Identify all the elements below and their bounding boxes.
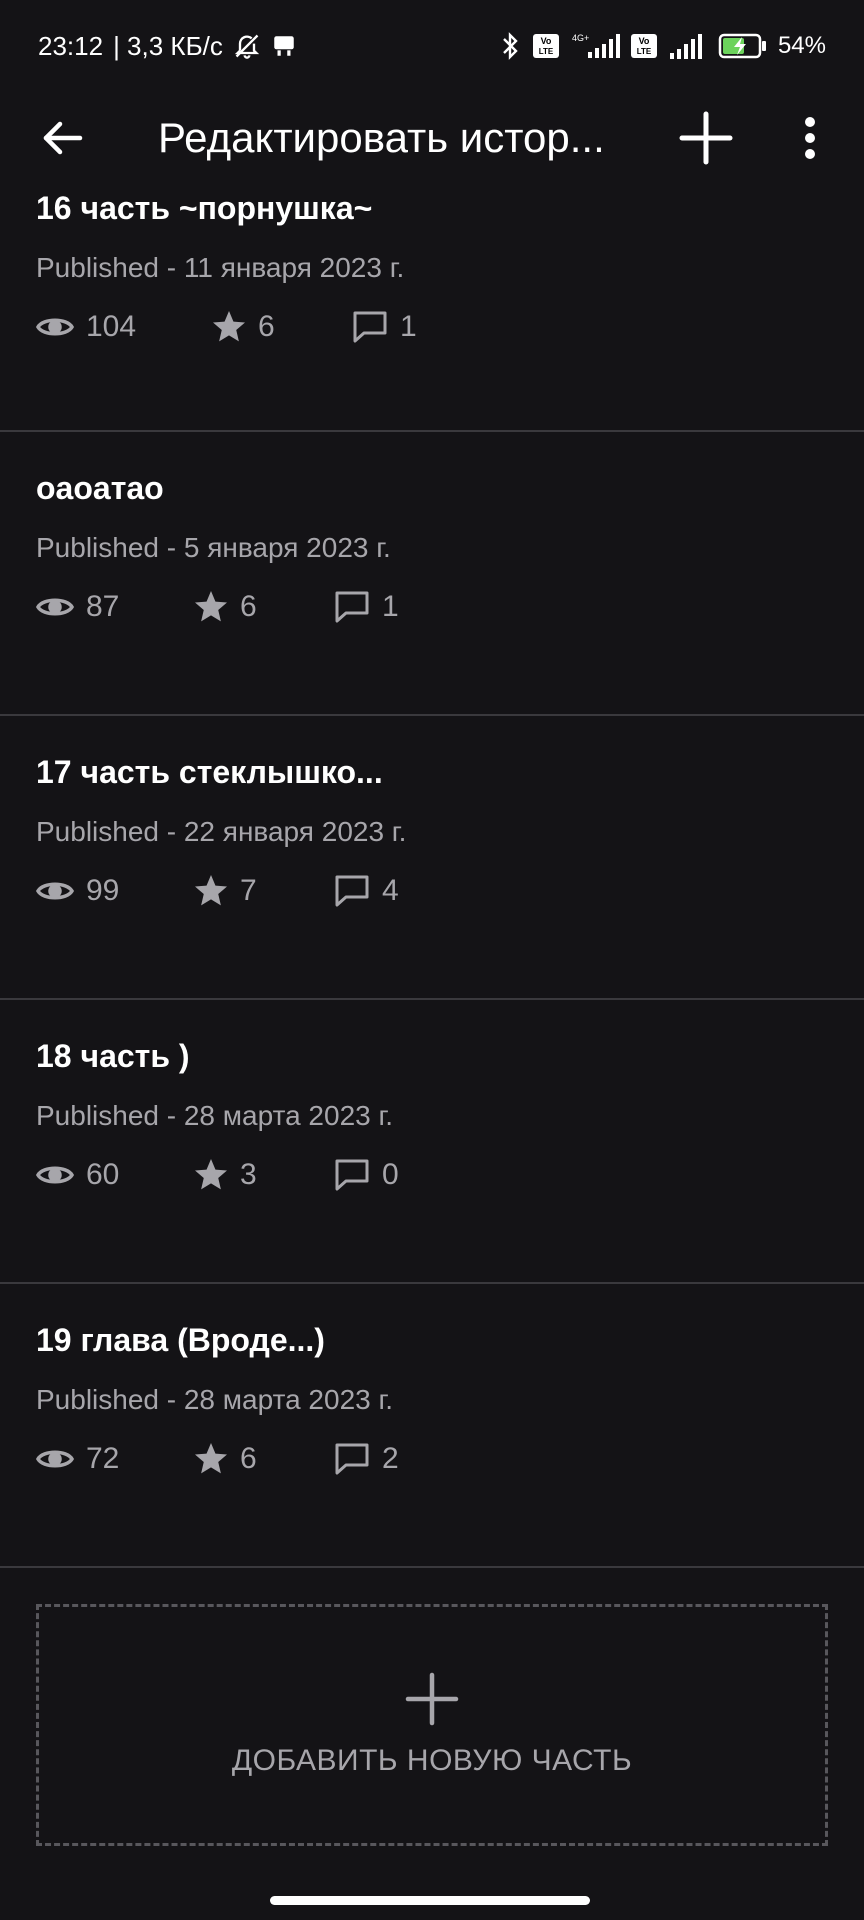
votes-stat: 6 [194,590,334,624]
views-stat: 99 [36,874,194,908]
views-stat: 72 [36,1442,194,1476]
comment-icon [335,875,369,907]
part-stats: 104 6 1 [36,310,417,344]
views-count: 87 [86,590,120,623]
votes-stat: 6 [212,310,352,344]
views-count: 72 [86,1442,120,1475]
part-date: Published - 11 января 2023 г. [36,252,405,283]
views-count: 60 [86,1158,120,1191]
views-count: 104 [86,310,137,343]
part-item[interactable]: оаоатао Published - 5 января 2023 г. 87 … [0,432,864,716]
star-icon [213,311,245,342]
comment-icon [335,1159,369,1191]
star-icon [195,591,227,622]
add-new-part-button[interactable]: ДОБАВИТЬ НОВУЮ ЧАСТЬ [36,1604,828,1846]
star-icon [195,875,227,906]
votes-stat: 7 [194,874,334,908]
comments-stat: 2 [334,1442,399,1476]
plus-icon [405,1672,459,1726]
part-title: 18 часть ) [36,1038,190,1074]
eye-icon [36,1450,74,1468]
comments-stat: 0 [334,1158,399,1192]
part-title: оаоатао [36,470,164,506]
comments-count: 0 [382,1158,399,1191]
part-stats: 87 6 1 [36,590,399,624]
comments-stat: 4 [334,874,399,908]
votes-count: 6 [258,310,275,343]
eye-icon [36,318,74,336]
part-title: 19 глава (Вроде...) [36,1322,325,1358]
votes-stat: 3 [194,1158,334,1192]
eye-icon [36,882,74,900]
votes-count: 6 [240,590,257,623]
comment-icon [353,311,387,343]
votes-stat: 6 [194,1442,334,1476]
part-item[interactable]: 17 часть стеклышко... Published - 22 янв… [0,716,864,1000]
add-new-part-label: ДОБАВИТЬ НОВУЮ ЧАСТЬ [231,1744,633,1777]
votes-count: 3 [240,1158,257,1191]
part-stats: 60 3 0 [36,1158,399,1192]
part-title: 16 часть ~порнушка~ [36,190,373,226]
screen: 23:12 | 3,3 КБ/с Vo LTE 4G+ Vo LTE 54% Р… [0,0,864,1920]
comments-count: 4 [382,874,399,907]
part-date: Published - 5 января 2023 г. [36,532,391,563]
comments-stat: 1 [352,310,417,344]
comment-icon [335,1443,369,1475]
star-icon [195,1159,227,1190]
comments-count: 2 [382,1442,399,1475]
views-stat: 87 [36,590,194,624]
part-date: Published - 28 марта 2023 г. [36,1384,394,1415]
part-title: 17 часть стеклышко... [36,754,383,790]
eye-icon [36,598,74,616]
part-stats: 99 7 4 [36,874,399,908]
views-stat: 104 [36,310,212,344]
views-stat: 60 [36,1158,194,1192]
votes-count: 6 [240,1442,257,1475]
star-icon [195,1443,227,1474]
eye-icon [36,1166,74,1184]
comments-stat: 1 [334,590,399,624]
part-item[interactable]: 18 часть ) Published - 28 марта 2023 г. … [0,1000,864,1284]
part-date: Published - 22 января 2023 г. [36,816,407,847]
part-item[interactable]: 19 глава (Вроде...) Published - 28 марта… [0,1284,864,1568]
home-indicator[interactable] [270,1896,590,1905]
part-stats: 72 6 2 [36,1442,399,1476]
part-item[interactable]: 16 часть ~порнушка~ Published - 11 январ… [0,0,864,432]
comments-count: 1 [382,590,399,623]
views-count: 99 [86,874,120,907]
part-date: Published - 28 марта 2023 г. [36,1100,394,1131]
votes-count: 7 [240,874,257,907]
comment-icon [335,591,369,623]
comments-count: 1 [400,310,417,343]
